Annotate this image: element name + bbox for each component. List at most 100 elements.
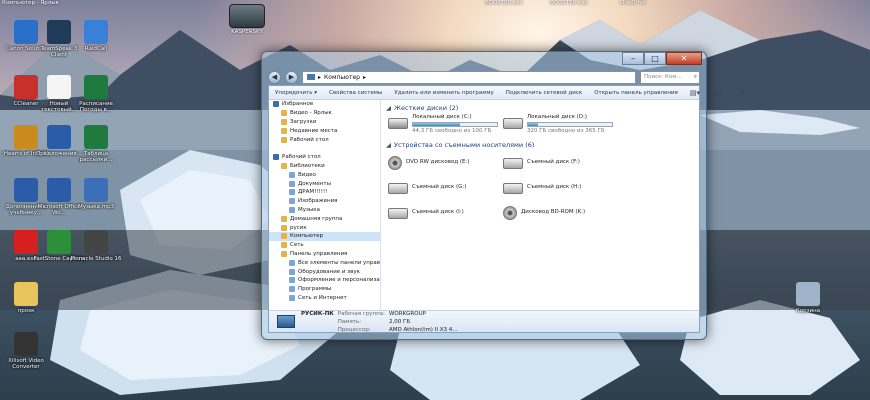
desktop-icon-item[interactable]: проэк <box>0 282 52 314</box>
nav-item[interactable]: Избранное <box>269 100 380 109</box>
kaspersky-label: KASPERSKY <box>231 29 263 35</box>
nav-item[interactable]: Домашняя группа <box>269 214 380 223</box>
maximize-button[interactable]: □ <box>644 52 666 65</box>
bd-rom-icon <box>503 206 517 220</box>
nav-item-label: Домашняя группа <box>290 215 343 222</box>
nav-item[interactable]: Сеть <box>269 241 380 250</box>
desktop-icon <box>273 154 279 161</box>
nav-item[interactable]: Сеть и Интернет <box>269 294 380 303</box>
faststone-icon <box>47 230 71 254</box>
search-input[interactable]: Поиск: Ком... ⌕ <box>640 70 700 84</box>
desktop-icon-item[interactable]: Xilisoft Video Converter <box>0 332 52 371</box>
forward-button[interactable]: ▶ <box>285 70 298 84</box>
nav-item[interactable]: Все элементы панели управлен <box>269 258 380 267</box>
pinnacle-icon <box>84 230 108 254</box>
recycle-bin-icon <box>796 282 820 306</box>
close-button[interactable]: ✕ <box>666 52 702 65</box>
nav-item[interactable]: Видео - Ярлык <box>269 109 380 118</box>
view-options-icon[interactable]: ▤▾ <box>684 89 706 97</box>
desktop-icon-item[interactable]: Таблица рассылки... <box>70 125 122 164</box>
desktop-icon-item[interactable]: Корзина <box>782 282 834 314</box>
hard-disks-title: Жесткие диски (2) <box>394 104 459 112</box>
nav-item[interactable]: Недавние места <box>269 126 380 135</box>
address-bar[interactable]: ▸ Компьютер ▸ <box>302 70 636 84</box>
desktop-icon-item[interactable]: Музыка.mp3 <box>70 178 122 210</box>
nav-item-label: Библиотеки <box>290 162 325 169</box>
minimize-button[interactable]: – <box>622 52 644 65</box>
disk-icon <box>503 118 523 129</box>
nav-item-label: Избранное <box>282 101 314 108</box>
computer-icon <box>277 315 295 328</box>
nav-item-label: Сеть и Интернет <box>298 294 347 301</box>
nav-item[interactable]: ДРАМ!!!!!! <box>269 188 380 197</box>
hard-disks-header[interactable]: ◢ Жесткие диски (2) <box>386 104 458 112</box>
kaspersky-gadget[interactable]: KASPERSKY <box>222 4 272 40</box>
desktop-icon-item[interactable]: Pinnacle Studio 16 <box>70 230 122 262</box>
drive-h[interactable]: Съемный диск (H:) <box>503 179 613 201</box>
uninstall-program-button[interactable]: Удалить или изменить программу <box>388 90 499 96</box>
nav-item[interactable]: Документы <box>269 179 380 188</box>
disk-d[interactable]: Локальный диск (D:) 320 ГБ свободно из 3… <box>503 114 613 136</box>
top-label-4: OneDrive <box>620 0 646 6</box>
desktop-icon-label: Xilisoft Video Converter <box>8 358 44 371</box>
network-icon <box>289 294 295 301</box>
drive-k[interactable]: Дисковод BD-ROM (K:) <box>503 204 613 226</box>
dvd-icon <box>388 156 402 170</box>
homegroup-icon <box>281 215 287 222</box>
disk-c[interactable]: Локальный диск (C:) 44,3 ГБ свободно из … <box>388 114 498 136</box>
window-titlebar[interactable]: – □ ✕ <box>268 52 702 69</box>
nav-item[interactable]: Рабочий стол <box>269 153 380 162</box>
drive-k-name: Дисковод BD-ROM (K:) <box>521 209 586 215</box>
desktop-icon-label: проэк <box>17 308 35 314</box>
nav-item-label: Музыка <box>298 206 320 213</box>
details-pane: РУСИК-ПК Рабочая группа: WORKGROUP Памят… <box>269 310 699 333</box>
cpu-value: AMD Athlon(tm) II X3 4... <box>388 326 458 333</box>
nav-item[interactable]: Загрузки <box>269 118 380 127</box>
removable-title: Устройства со съемными носителями (6) <box>394 141 535 149</box>
map-network-drive-button[interactable]: Подключить сетевой диск <box>500 90 588 96</box>
preview-pane-icon[interactable]: ▭ <box>711 89 730 97</box>
removable-disk-icon <box>503 183 523 194</box>
command-bar: Упорядочить ▾ Свойства системы Удалить и… <box>269 86 744 100</box>
nav-item[interactable]: Рабочий стол <box>269 135 380 144</box>
nav-item[interactable]: русик <box>269 223 380 232</box>
drive-i[interactable]: Съемный диск (I:) <box>388 204 498 226</box>
removable-header[interactable]: ◢ Устройства со съемными носителями (6) <box>386 141 534 149</box>
open-control-panel-button[interactable]: Открыть панель управления <box>588 90 684 96</box>
shortcut-icon <box>281 110 287 117</box>
explorer-window[interactable]: – □ ✕ ◀ ▶ ▸ Компьютер ▸ Поиск: Ком... ⌕ … <box>261 51 744 340</box>
nav-item[interactable]: Изображения <box>269 197 380 206</box>
desktop-icon-item[interactable]: RaidCall <box>70 20 122 52</box>
nav-item[interactable]: Оформление и персонализация <box>269 276 380 285</box>
content-pane: ◢ Жесткие диски (2) Локальный диск (C:) … <box>382 100 699 310</box>
drive-f-name: Съемный диск (F:) <box>527 159 580 165</box>
removable-disk-icon <box>388 183 408 194</box>
organize-button[interactable]: Упорядочить ▾ <box>269 90 323 96</box>
nav-item-label: Сеть <box>290 242 304 249</box>
nav-item[interactable]: Музыка <box>269 206 380 215</box>
nav-item[interactable]: Панель управления <box>269 250 380 259</box>
network-icon <box>281 242 287 249</box>
drive-e[interactable]: DVD RW дисковод (E:) <box>388 154 498 176</box>
nav-item-label: ДРАМ!!!!!! <box>298 189 328 196</box>
navigation-pane: Избранное Видео - Ярлык Загрузки Недавние м… <box>269 100 381 310</box>
help-icon[interactable]: ? <box>735 89 751 97</box>
nav-item-label: Документы <box>298 180 331 187</box>
nav-item[interactable]: Видео <box>269 170 380 179</box>
removable-disk-icon <box>503 158 523 169</box>
drive-g[interactable]: Съемный диск (G:) <box>388 179 498 201</box>
nav-item[interactable]: Библиотеки <box>269 162 380 171</box>
back-button[interactable]: ◀ <box>268 70 281 84</box>
nav-item <box>269 144 380 153</box>
desktop-icon-item[interactable]: Расписание Погоды в... <box>70 75 122 114</box>
nav-item[interactable]: Программы <box>269 285 380 294</box>
memory-value: 2,00 ГБ <box>388 318 411 325</box>
nav-item-label: русик <box>290 224 307 231</box>
nav-item[interactable]: Оборудование и звук <box>269 267 380 276</box>
nav-item[interactable]: Компьютер <box>269 231 380 241</box>
documents-icon <box>289 180 295 187</box>
drive-f[interactable]: Съемный диск (F:) <box>503 154 613 176</box>
system-properties-button[interactable]: Свойства системы <box>323 90 388 96</box>
top-label-2: BOOSTER.exe <box>485 0 523 6</box>
control-panel-icon <box>289 259 295 266</box>
